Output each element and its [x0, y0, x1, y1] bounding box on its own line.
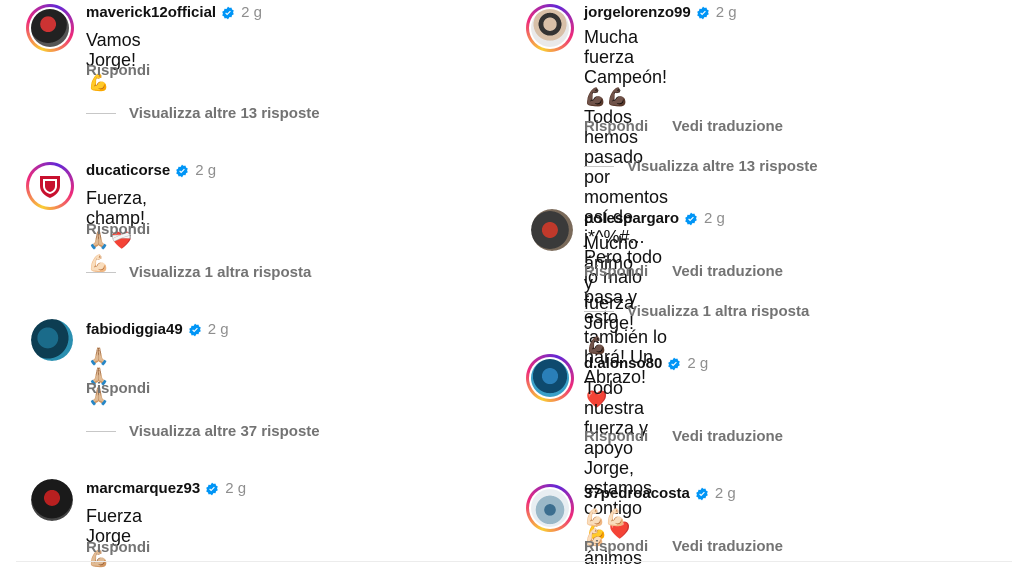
see-translation-button[interactable]: Vedi traduzione — [672, 263, 783, 280]
username[interactable]: fabiodiggia49 — [86, 321, 183, 338]
reply-button[interactable]: Rispondi — [86, 221, 150, 238]
divider-line — [86, 272, 116, 273]
see-translation-button[interactable]: Vedi traduzione — [672, 118, 783, 135]
username[interactable]: d.alonso80 — [584, 355, 662, 372]
see-translation-button[interactable]: Vedi traduzione — [672, 428, 783, 445]
comment-text: Fuerza Jorge💪🏼 — [86, 506, 148, 568]
reply-button[interactable]: Rispondi — [584, 118, 648, 135]
divider-line — [86, 113, 116, 114]
folded-hands-emoji: 🙏🏼🙏🏼🙏🏼 — [88, 347, 110, 406]
timestamp: 2 g — [207, 321, 229, 338]
timestamp: 2 g — [704, 210, 725, 227]
view-more-replies[interactable]: Visualizza altre 13 risposte — [584, 158, 818, 175]
avatar-maverick12official[interactable] — [26, 4, 74, 52]
verified-badge-icon — [668, 357, 681, 370]
reply-button[interactable]: Rispondi — [86, 539, 150, 556]
verified-badge-icon — [222, 6, 234, 19]
reply-button[interactable]: Rispondi — [86, 62, 150, 79]
flexed-biceps-emoji: 💪🏿 — [586, 336, 608, 355]
username[interactable]: 37pedroacosta — [584, 485, 690, 502]
verified-badge-icon — [685, 212, 697, 225]
divider-line — [584, 311, 614, 312]
avatar-marcmarquez93[interactable] — [31, 479, 73, 521]
verified-badge-icon — [696, 6, 709, 19]
timestamp: 2 g — [687, 355, 709, 372]
avatar-fabiodiggia49[interactable] — [31, 319, 73, 361]
comment-text: Mucho ánimo y fuerza Jorge! 💪🏿 — [584, 233, 644, 355]
username[interactable]: polespargaro — [584, 210, 679, 227]
comment-text: 🙏🏼🙏🏼🙏🏼 — [86, 347, 109, 407]
avatar-ducaticorse[interactable] — [26, 162, 74, 210]
timestamp: 2 g — [225, 480, 247, 497]
ducati-shield-icon — [40, 176, 60, 198]
reply-button[interactable]: Rispondi — [584, 263, 648, 280]
view-more-replies[interactable]: Visualizza 1 altra risposta — [86, 264, 311, 281]
username[interactable]: marcmarquez93 — [86, 480, 200, 497]
verified-badge-icon — [176, 164, 188, 177]
divider-line — [86, 431, 116, 432]
verified-badge-icon — [206, 482, 219, 495]
timestamp: 2 g — [195, 162, 217, 179]
username[interactable]: maverick12official — [86, 4, 216, 21]
bottom-divider — [16, 561, 1012, 562]
timestamp: 2 g — [715, 4, 737, 21]
avatar-37pedroacosta[interactable] — [526, 484, 574, 532]
timestamp: 2 g — [714, 485, 736, 502]
reply-button[interactable]: Rispondi — [86, 380, 150, 397]
avatar-dalonso80[interactable] — [526, 354, 574, 402]
divider-line — [584, 166, 614, 167]
avatar-jorgelorenzo99[interactable] — [526, 4, 574, 52]
avatar-polespargaro[interactable] — [531, 209, 573, 251]
username[interactable]: jorgelorenzo99 — [584, 4, 691, 21]
see-translation-button[interactable]: Vedi traduzione — [672, 538, 783, 555]
reply-button[interactable]: Rispondi — [584, 428, 648, 445]
view-more-replies[interactable]: Visualizza altre 13 risposte — [86, 105, 320, 122]
username[interactable]: ducaticorse — [86, 162, 170, 179]
verified-badge-icon — [188, 323, 201, 336]
view-more-replies[interactable]: Visualizza 1 altra risposta — [584, 303, 809, 320]
view-more-replies[interactable]: Visualizza altre 37 risposte — [86, 423, 320, 440]
timestamp: 2 g — [241, 4, 262, 21]
verified-badge-icon — [696, 487, 708, 500]
reply-button[interactable]: Rispondi — [584, 538, 648, 555]
